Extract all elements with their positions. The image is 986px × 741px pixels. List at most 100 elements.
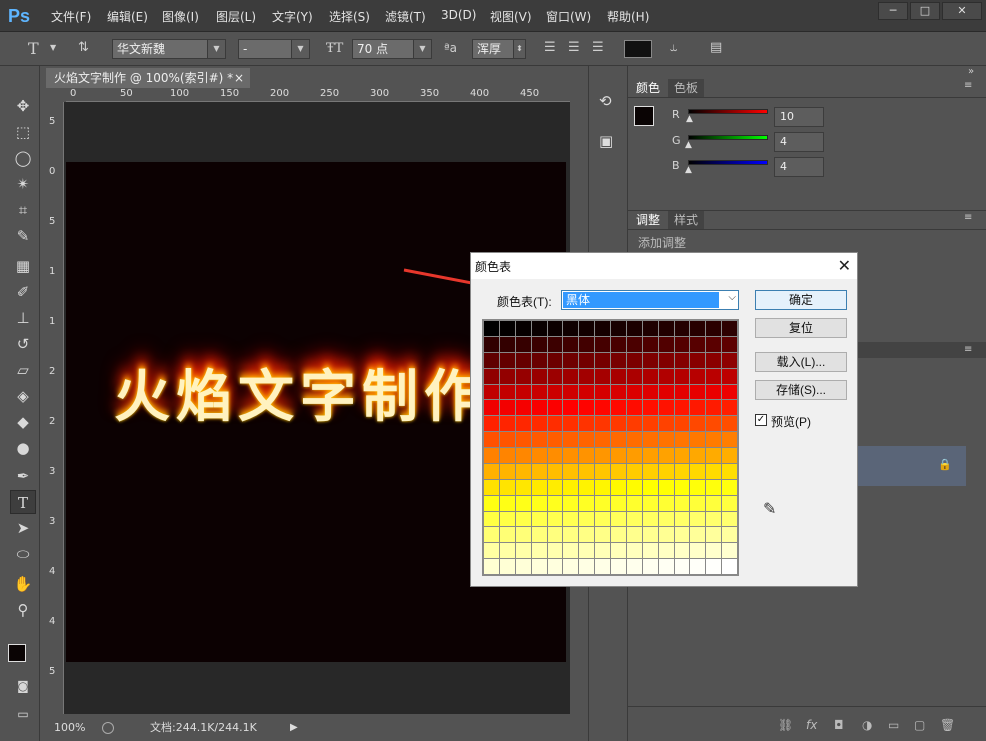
color-swatch[interactable] [515, 416, 531, 432]
color-swatch[interactable] [690, 352, 706, 368]
color-swatch[interactable] [515, 400, 531, 416]
color-swatch[interactable] [658, 543, 674, 559]
color-swatch[interactable] [515, 432, 531, 447]
color-swatch[interactable] [642, 495, 658, 511]
color-swatch[interactable] [515, 321, 531, 336]
color-swatch[interactable] [642, 543, 658, 559]
color-swatch[interactable] [642, 527, 658, 543]
color-swatch[interactable] [547, 448, 563, 463]
color-swatch[interactable] [563, 543, 579, 559]
color-swatch[interactable] [626, 368, 642, 384]
color-swatch[interactable] [706, 511, 722, 527]
color-swatch[interactable] [658, 321, 674, 336]
color-swatch[interactable] [626, 463, 642, 479]
color-swatch[interactable] [642, 321, 658, 336]
color-swatch[interactable] [484, 479, 499, 495]
color-swatch[interactable] [611, 432, 626, 447]
color-swatch[interactable] [579, 336, 595, 352]
color-swatch[interactable] [484, 336, 499, 352]
color-swatch[interactable] [722, 543, 737, 559]
color-swatch[interactable] [611, 400, 626, 416]
color-swatch[interactable] [611, 336, 626, 352]
color-swatch[interactable] [611, 511, 626, 527]
color-swatch[interactable] [611, 495, 626, 511]
clone-stamp-tool-icon[interactable]: ⊥ [10, 306, 36, 330]
color-swatch[interactable] [674, 368, 690, 384]
color-swatch[interactable] [499, 336, 515, 352]
color-swatch[interactable] [658, 527, 674, 543]
color-swatch[interactable] [626, 352, 642, 368]
color-swatch[interactable] [499, 495, 515, 511]
color-swatch[interactable] [579, 368, 595, 384]
color-swatch[interactable] [595, 527, 610, 543]
color-swatch[interactable] [706, 495, 722, 511]
color-swatch[interactable] [595, 479, 610, 495]
color-swatch[interactable] [722, 336, 737, 352]
foreground-color-swatch[interactable] [8, 644, 26, 662]
load-button[interactable]: 载入(L)... [755, 352, 847, 372]
color-swatch[interactable] [706, 384, 722, 400]
color-swatch[interactable] [563, 495, 579, 511]
color-swatch[interactable] [674, 416, 690, 432]
color-swatch[interactable] [547, 400, 563, 416]
color-swatch[interactable] [563, 559, 579, 574]
preview-checkbox[interactable]: ✓ [755, 414, 767, 426]
color-swatch[interactable] [579, 416, 595, 432]
font-family-select[interactable]: 华文新魏 ▼ [112, 39, 226, 59]
color-swatch[interactable] [690, 463, 706, 479]
color-swatch[interactable] [499, 384, 515, 400]
color-swatch[interactable] [484, 368, 499, 384]
color-swatch[interactable] [563, 384, 579, 400]
new-layer-icon[interactable]: ▢ [914, 718, 925, 732]
color-swatch[interactable] [722, 432, 737, 447]
color-swatch[interactable] [579, 384, 595, 400]
color-swatch[interactable] [626, 543, 642, 559]
color-swatch[interactable] [626, 321, 642, 336]
color-swatch[interactable] [595, 352, 610, 368]
color-swatch[interactable] [722, 400, 737, 416]
color-swatch[interactable] [626, 400, 642, 416]
color-swatch[interactable] [642, 368, 658, 384]
minimize-button[interactable]: ─ [878, 2, 908, 20]
color-swatch[interactable] [611, 416, 626, 432]
color-swatch[interactable] [642, 463, 658, 479]
color-swatch[interactable] [515, 559, 531, 574]
color-swatch[interactable] [658, 400, 674, 416]
color-swatch[interactable] [579, 559, 595, 574]
font-style-select[interactable]: - ▼ [238, 39, 310, 59]
color-swatch[interactable] [515, 352, 531, 368]
panel-menu-icon[interactable]: ≡ [964, 212, 972, 223]
color-swatch[interactable] [499, 400, 515, 416]
color-swatch[interactable] [563, 463, 579, 479]
menu-3d[interactable]: 3D(D) [441, 8, 476, 22]
crop-tool-icon[interactable]: ⌗ [10, 198, 36, 222]
color-swatch[interactable] [595, 384, 610, 400]
font-size-select[interactable]: 70 点 ▼ [352, 39, 432, 59]
menu-file[interactable]: 文件(F) [51, 8, 91, 25]
red-slider[interactable] [688, 109, 768, 114]
history-brush-tool-icon[interactable]: ↺ [10, 332, 36, 356]
menu-help[interactable]: 帮助(H) [607, 8, 649, 25]
color-swatch[interactable] [642, 479, 658, 495]
color-swatch[interactable] [499, 543, 515, 559]
chevron-down-icon[interactable]: ▼ [50, 43, 56, 52]
screen-mode-icon[interactable]: ▭ [10, 702, 36, 726]
color-fg-swatch[interactable] [634, 106, 654, 126]
ok-button[interactable]: 确定 [755, 290, 847, 310]
color-swatch[interactable] [531, 448, 547, 463]
move-tool-icon[interactable]: ✥ [10, 94, 36, 118]
color-swatch[interactable] [531, 543, 547, 559]
color-swatch[interactable] [547, 321, 563, 336]
color-swatch[interactable] [499, 511, 515, 527]
color-swatch[interactable] [674, 463, 690, 479]
color-swatch[interactable] [690, 400, 706, 416]
color-swatch[interactable] [579, 432, 595, 447]
type-tool-preset-icon[interactable]: T [28, 39, 39, 58]
color-swatch[interactable] [690, 368, 706, 384]
layer-mask-icon[interactable]: ◘ [834, 718, 844, 732]
color-swatch[interactable] [690, 543, 706, 559]
color-swatch[interactable] [658, 463, 674, 479]
color-swatch[interactable] [547, 368, 563, 384]
quick-mask-icon[interactable]: ◙ [10, 674, 36, 698]
color-swatch[interactable] [595, 495, 610, 511]
